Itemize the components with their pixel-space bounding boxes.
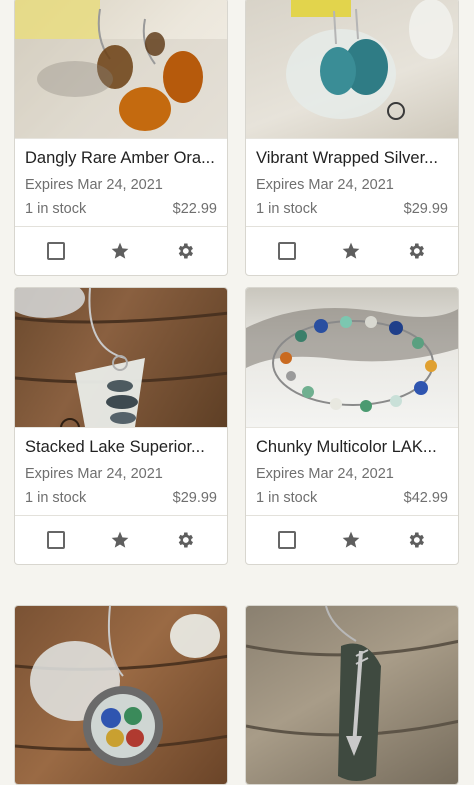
listing-photo-stacked-pendant[interactable] (15, 288, 227, 427)
listing-actions (246, 226, 458, 275)
listing-expiry: Expires Mar 24, 2021 (256, 177, 394, 193)
listing-photo-locket-necklace[interactable] (15, 606, 227, 784)
listing-card[interactable] (14, 605, 228, 785)
gear-icon[interactable] (175, 530, 195, 550)
gear-icon[interactable] (406, 241, 426, 261)
gear-icon[interactable] (175, 241, 195, 261)
listing-title[interactable]: Vibrant Wrapped Silver... (256, 149, 448, 168)
listing-actions (15, 226, 227, 275)
listing-card[interactable] (245, 605, 459, 785)
gear-icon[interactable] (406, 530, 426, 550)
listing-title[interactable]: Dangly Rare Amber Ora... (25, 149, 217, 168)
listing-expiry: Expires Mar 24, 2021 (25, 466, 163, 482)
listing-card[interactable]: Chunky Multicolor LAK... Expires Mar 24,… (245, 287, 459, 565)
listing-expiry: Expires Mar 24, 2021 (256, 466, 394, 482)
listing-photo-multicolor-bracelet[interactable] (246, 288, 458, 427)
star-icon[interactable] (341, 241, 361, 261)
listing-card[interactable]: Dangly Rare Amber Ora... Expires Mar 24,… (14, 0, 228, 276)
listing-price: $29.99 (172, 490, 217, 506)
listing-expiry: Expires Mar 24, 2021 (25, 177, 163, 193)
star-icon[interactable] (110, 241, 130, 261)
listing-card[interactable]: Stacked Lake Superior... Expires Mar 24,… (14, 287, 228, 565)
listing-price: $22.99 (172, 201, 217, 217)
listing-stock: 1 in stock (256, 490, 318, 506)
listing-photo-arrow-pendant[interactable] (246, 606, 458, 784)
checkbox-icon[interactable] (278, 531, 297, 549)
checkbox-icon[interactable] (278, 242, 297, 260)
listing-title[interactable]: Chunky Multicolor LAK... (256, 438, 448, 457)
listing-photo-amber-earrings[interactable] (15, 0, 227, 138)
listing-stock: 1 in stock (25, 201, 87, 217)
listing-actions (246, 515, 458, 564)
listing-stock: 1 in stock (256, 201, 318, 217)
checkbox-icon[interactable] (47, 242, 66, 260)
checkbox-icon[interactable] (47, 531, 66, 549)
listing-actions (15, 515, 227, 564)
star-icon[interactable] (341, 530, 361, 550)
listing-photo-teal-earrings[interactable] (246, 0, 458, 138)
listing-stock: 1 in stock (25, 490, 87, 506)
listing-price: $29.99 (403, 201, 448, 217)
listing-title[interactable]: Stacked Lake Superior... (25, 438, 217, 457)
listing-price: $42.99 (403, 490, 448, 506)
listing-card[interactable]: Vibrant Wrapped Silver... Expires Mar 24… (245, 0, 459, 276)
listings-grid: Dangly Rare Amber Ora... Expires Mar 24,… (0, 0, 474, 785)
star-icon[interactable] (110, 530, 130, 550)
